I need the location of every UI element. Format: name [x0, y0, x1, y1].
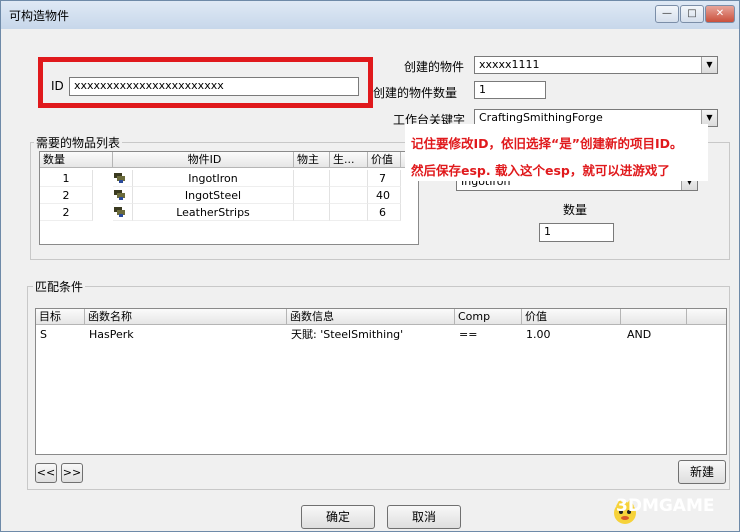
- column-header-qty[interactable]: 数量: [40, 152, 113, 168]
- window-title: 可构造物件: [9, 9, 70, 23]
- column-header-comp[interactable]: Comp: [455, 309, 522, 325]
- annotation-line-2: 然后保存esp. 载入这个esp，就可以进游戏了: [411, 163, 670, 178]
- count-label: 数量: [563, 203, 588, 217]
- row-id: IngotIron: [133, 170, 294, 187]
- required-items-title: 需要的物品列表: [34, 134, 123, 151]
- row-owner: [294, 187, 330, 204]
- cancel-button[interactable]: 取消: [387, 505, 461, 529]
- column-header-info[interactable]: 函数信息: [287, 309, 455, 325]
- row-qty: 2: [40, 204, 93, 221]
- column-header-value[interactable]: 价值: [368, 152, 401, 168]
- row-qty: 2: [40, 187, 93, 204]
- workbench-keyword-value: CraftingSmithingForge: [479, 111, 603, 124]
- column-header-owner[interactable]: 物主: [294, 152, 330, 168]
- column-header-function[interactable]: 函数名称: [85, 309, 287, 325]
- minimize-button[interactable]: —: [655, 5, 679, 23]
- row-qty: 1: [40, 170, 93, 187]
- cond-logic: AND: [627, 328, 652, 341]
- item-icon: [113, 187, 133, 204]
- column-header-extra: [687, 309, 726, 325]
- item-icon: [113, 204, 133, 221]
- created-count-label: 创建的物件数量: [373, 86, 458, 100]
- column-header-logic[interactable]: [621, 309, 687, 325]
- created-object-label: 创建的物件: [404, 60, 465, 74]
- new-button[interactable]: 新建: [678, 460, 726, 484]
- close-button[interactable]: ✕: [705, 5, 735, 23]
- row-owner: [294, 170, 330, 187]
- row-life: [330, 204, 368, 221]
- row-value: 40: [368, 187, 401, 204]
- item-icon: [113, 170, 133, 187]
- column-header-value[interactable]: 价值: [522, 309, 621, 325]
- annotation-line-1: 记住要修改ID，依旧选择“是”创建新的项目ID。: [411, 136, 683, 151]
- watermark-text: 3DMGAME: [616, 496, 715, 516]
- row-owner: [294, 204, 330, 221]
- ok-button[interactable]: 确定: [301, 505, 375, 529]
- row-value: 6: [368, 204, 401, 221]
- cond-function: HasPerk: [89, 328, 134, 341]
- column-header-target[interactable]: 目标: [36, 309, 85, 325]
- conditions-title: 匹配条件: [33, 278, 86, 295]
- cond-info: 天賦: 'SteelSmithing': [291, 328, 404, 341]
- title-bar: 可构造物件 — □ ✕: [1, 1, 739, 29]
- column-header-life[interactable]: 生...: [330, 152, 368, 168]
- row-id: IngotSteel: [133, 187, 294, 204]
- annotation-note: 记住要修改ID，依旧选择“是”创建新的项目ID。 然后保存esp. 载入这个es…: [405, 124, 708, 181]
- column-header-id[interactable]: 物件ID: [113, 152, 294, 168]
- cond-value: 1.00: [526, 328, 551, 341]
- required-items-table[interactable]: 数量 物件ID 物主 生... 价值 1 IngotIron 7 2 Ingot…: [39, 151, 419, 245]
- count-input[interactable]: 1: [539, 223, 614, 242]
- cond-comp: ==: [459, 328, 478, 341]
- row-life: [330, 170, 368, 187]
- conditions-table[interactable]: 目标 函数名称 函数信息 Comp 价值 S HasPerk 天賦: 'Stee…: [35, 308, 727, 455]
- created-object-value: xxxxx1111: [479, 58, 540, 71]
- row-id: LeatherStrips: [133, 204, 294, 221]
- row-value: 7: [368, 170, 401, 187]
- cond-target: S: [40, 328, 47, 341]
- next-button[interactable]: >>: [61, 463, 83, 483]
- highlight-box: [38, 57, 373, 108]
- chevron-down-icon[interactable]: ▼: [701, 57, 717, 73]
- created-object-select[interactable]: xxxxx1111 ▼: [474, 56, 718, 74]
- prev-button[interactable]: <<: [35, 463, 57, 483]
- row-life: [330, 187, 368, 204]
- maximize-button[interactable]: □: [680, 5, 704, 23]
- created-count-input[interactable]: 1: [474, 81, 546, 99]
